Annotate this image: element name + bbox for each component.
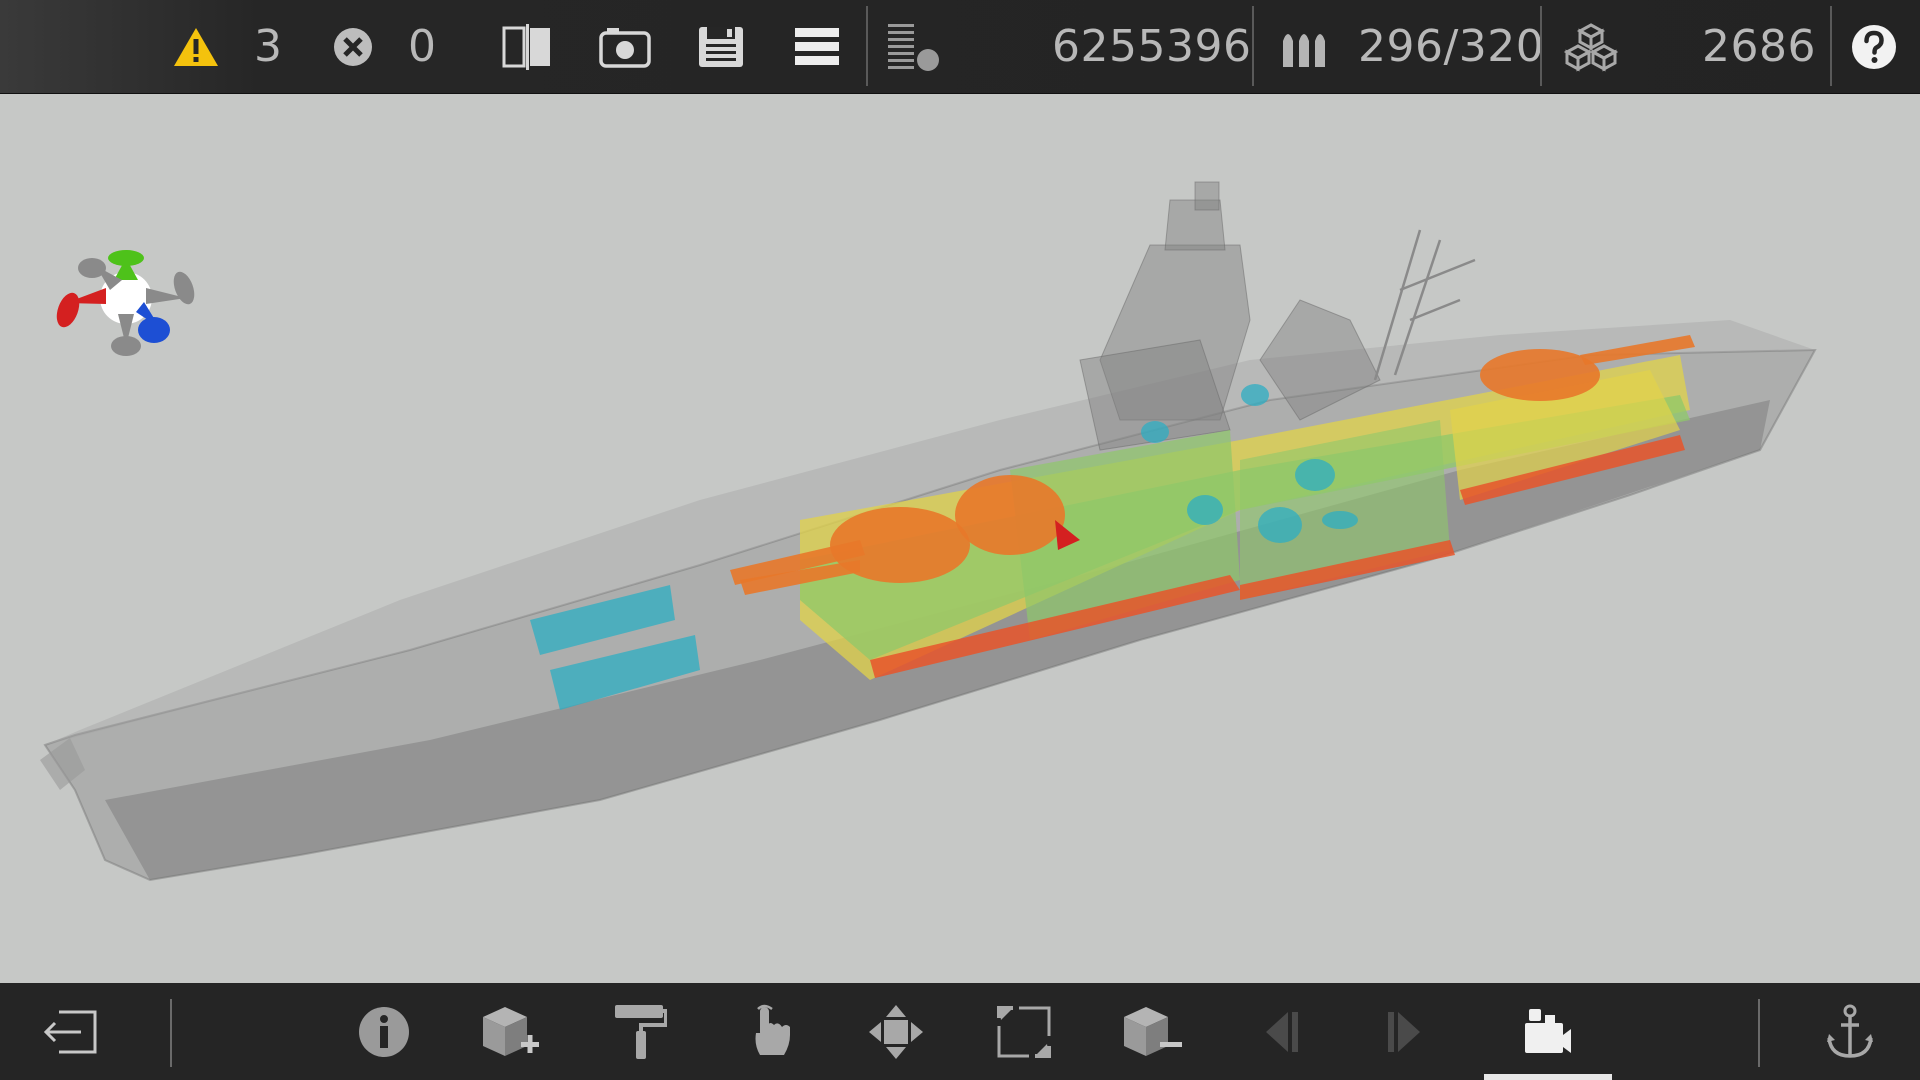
warnings-indicator[interactable]: 3	[172, 0, 283, 93]
paint-button[interactable]	[590, 983, 690, 1080]
move-icon	[867, 1003, 925, 1061]
blocks-button[interactable]	[1564, 0, 1618, 93]
resize-button[interactable]	[974, 983, 1074, 1080]
active-tab-indicator	[1484, 1074, 1612, 1080]
top-toolbar: 3 0 6255396 296/320 2686	[0, 0, 1920, 94]
info-button[interactable]	[334, 983, 434, 1080]
next-icon	[1384, 1008, 1428, 1056]
paint-roller-icon	[613, 1003, 667, 1061]
toolbar-divider	[1252, 6, 1254, 86]
anchor-button[interactable]	[1800, 983, 1900, 1080]
help-icon	[1850, 23, 1898, 71]
error-icon	[332, 26, 374, 68]
3d-viewport[interactable]	[0, 94, 1920, 983]
remove-block-icon	[1120, 1004, 1184, 1060]
menu-button[interactable]	[794, 0, 840, 93]
menu-icon	[794, 27, 840, 67]
previous-button[interactable]	[1230, 983, 1330, 1080]
screenshot-button[interactable]	[599, 0, 651, 93]
errors-count: 0	[408, 21, 437, 72]
save-icon	[697, 25, 745, 69]
anchor-icon	[1825, 1004, 1875, 1060]
hand-pointer-icon	[748, 1003, 792, 1061]
toolbar-divider	[866, 6, 868, 86]
next-button[interactable]	[1356, 983, 1456, 1080]
add-block-icon	[479, 1004, 541, 1060]
help-button[interactable]	[1850, 0, 1898, 93]
ammo-icon	[1280, 25, 1332, 69]
compare-icon	[502, 23, 554, 70]
camera-icon	[599, 26, 651, 68]
select-button[interactable]	[720, 983, 820, 1080]
exit-icon	[41, 1008, 99, 1056]
exit-button[interactable]	[20, 983, 120, 1080]
ammo-display: 296/320	[1280, 0, 1544, 93]
blocks-count: 2686	[1702, 21, 1816, 72]
toolbar-divider	[1540, 6, 1542, 86]
add-block-button[interactable]	[460, 983, 560, 1080]
compare-button[interactable]	[502, 0, 554, 93]
layers-button[interactable]	[886, 0, 942, 93]
previous-icon	[1258, 1008, 1302, 1056]
layers-icon	[886, 22, 942, 72]
cost-value: 6255396	[1052, 21, 1252, 72]
resize-icon	[997, 1005, 1051, 1058]
blocks-count-display: 2686	[1702, 0, 1816, 93]
move-button[interactable]	[846, 983, 946, 1080]
info-icon	[358, 1006, 410, 1058]
blocks-icon	[1564, 22, 1618, 72]
ship-model[interactable]	[0, 94, 1920, 983]
errors-indicator[interactable]: 0	[332, 0, 437, 93]
remove-block-button[interactable]	[1102, 983, 1202, 1080]
bottom-toolbar	[0, 983, 1920, 1080]
save-button[interactable]	[697, 0, 745, 93]
toolbar-divider	[1830, 6, 1832, 86]
warnings-count: 3	[254, 21, 283, 72]
warning-icon	[172, 26, 220, 68]
views-icon	[1523, 1007, 1573, 1057]
cost-display: 6255396	[1052, 0, 1251, 93]
ammo-value: 296/320	[1358, 21, 1545, 72]
toolbar-divider	[1758, 999, 1760, 1067]
views-button[interactable]	[1484, 983, 1612, 1080]
toolbar-divider	[170, 999, 172, 1067]
orientation-gizmo[interactable]	[56, 228, 196, 368]
